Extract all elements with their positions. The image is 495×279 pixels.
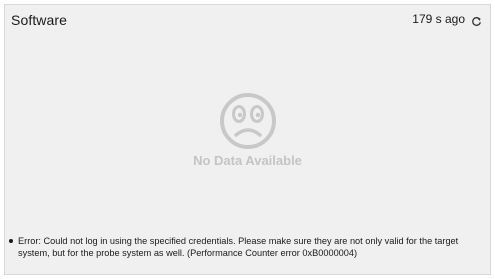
last-updated: 179 s ago bbox=[412, 12, 482, 26]
empty-state: No Data Available bbox=[5, 91, 490, 168]
error-text: Error: Could not log in using the specif… bbox=[18, 236, 459, 258]
widget-title: Software bbox=[11, 12, 68, 28]
refresh-icon[interactable] bbox=[471, 14, 482, 26]
error-list: Error: Could not log in using the specif… bbox=[9, 235, 479, 259]
sad-face-icon bbox=[219, 93, 276, 149]
software-widget: Software 179 s ago No Data Available Err… bbox=[4, 4, 491, 275]
no-data-message: No Data Available bbox=[193, 153, 302, 168]
bullet-icon bbox=[9, 239, 13, 243]
error-message: Error: Could not log in using the specif… bbox=[9, 235, 479, 259]
last-updated-text: 179 s ago bbox=[412, 12, 465, 26]
